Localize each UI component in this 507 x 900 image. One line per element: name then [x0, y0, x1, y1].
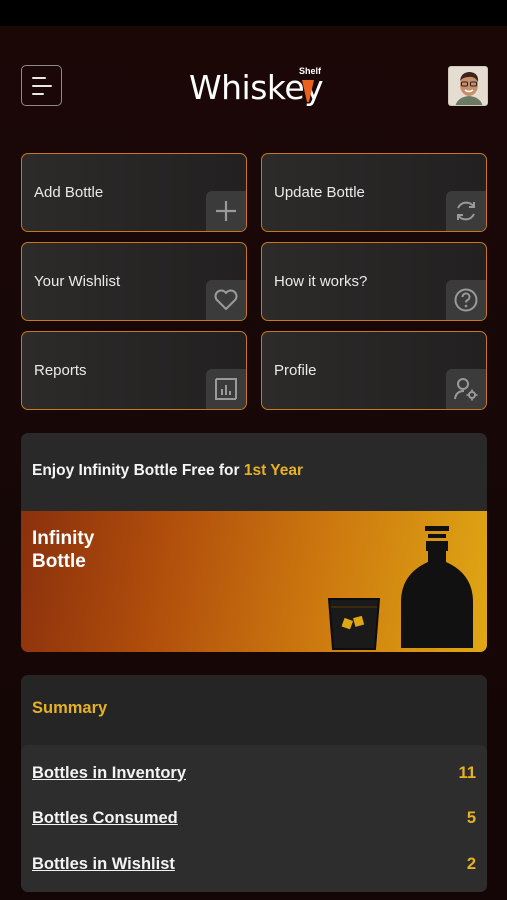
chart-icon — [215, 378, 237, 400]
logo-glass-icon — [302, 80, 314, 102]
summary-card: Summary Bottles in Inventory 11 Bottles … — [21, 675, 487, 892]
avatar[interactable] — [448, 66, 488, 106]
summary-row-value: 11 — [458, 763, 476, 782]
tile-label: Profile — [274, 362, 317, 379]
wishlist-tile[interactable]: Your Wishlist — [21, 242, 247, 321]
summary-row-consumed[interactable]: Bottles Consumed 5 — [32, 806, 476, 830]
whiskey-bottle-icon — [401, 526, 473, 648]
tile-label: How it works? — [274, 273, 368, 290]
question-icon — [454, 288, 478, 312]
promo-title-line2: Bottle — [32, 551, 86, 572]
logo-subtitle: Shelf — [299, 66, 322, 76]
tile-label: Add Bottle — [34, 184, 104, 201]
promo-banner-title: Infinity Bottle — [32, 527, 94, 573]
summary-row-label[interactable]: Bottles in Inventory — [32, 764, 186, 783]
summary-row-label[interactable]: Bottles in Wishlist — [32, 855, 175, 874]
whiskey-glass-icon — [327, 598, 381, 650]
add-bottle-tile[interactable]: Add Bottle — [21, 153, 247, 232]
status-bar — [0, 0, 507, 26]
profile-tile[interactable]: Profile — [261, 331, 487, 410]
reports-tile[interactable]: Reports — [21, 331, 247, 410]
update-bottle-tile[interactable]: Update Bottle — [261, 153, 487, 232]
refresh-icon — [457, 201, 475, 221]
how-it-works-tile[interactable]: How it works? — [261, 242, 487, 321]
promo-card[interactable]: Enjoy Infinity Bottle Free for 1st Year … — [21, 433, 487, 652]
plus-icon — [216, 201, 236, 221]
menu-button[interactable] — [21, 65, 62, 106]
heart-icon — [214, 289, 238, 310]
tile-label: Update Bottle — [274, 184, 365, 201]
tile-label: Your Wishlist — [34, 273, 121, 290]
tile-label: Reports — [34, 362, 87, 379]
menu-icon — [32, 76, 46, 79]
summary-list: Bottles in Inventory 11 Bottles Consumed… — [21, 745, 487, 892]
summary-row-value: 2 — [466, 854, 476, 873]
promo-text-highlight: 1st Year — [243, 462, 304, 479]
app-logo: Whiskey Shelf — [189, 64, 329, 108]
summary-row-value: 5 — [466, 808, 476, 827]
app-screen: Whiskey Shelf Add Bottle Update Bottle Y… — [0, 26, 507, 900]
promo-title-line1: Infinity — [32, 528, 95, 549]
summary-row-wishlist[interactable]: Bottles in Wishlist 2 — [32, 852, 476, 876]
promo-text-prefix: Enjoy Infinity Bottle Free for — [32, 462, 244, 479]
avatar-photo — [449, 67, 487, 105]
promo-banner[interactable]: Infinity Bottle — [21, 511, 487, 652]
summary-row-inventory[interactable]: Bottles in Inventory 11 — [32, 761, 476, 785]
promo-text: Enjoy Infinity Bottle Free for 1st Year — [32, 462, 303, 480]
user-settings-icon — [454, 378, 478, 401]
summary-title: Summary — [32, 699, 108, 717]
summary-row-label[interactable]: Bottles Consumed — [32, 809, 178, 828]
